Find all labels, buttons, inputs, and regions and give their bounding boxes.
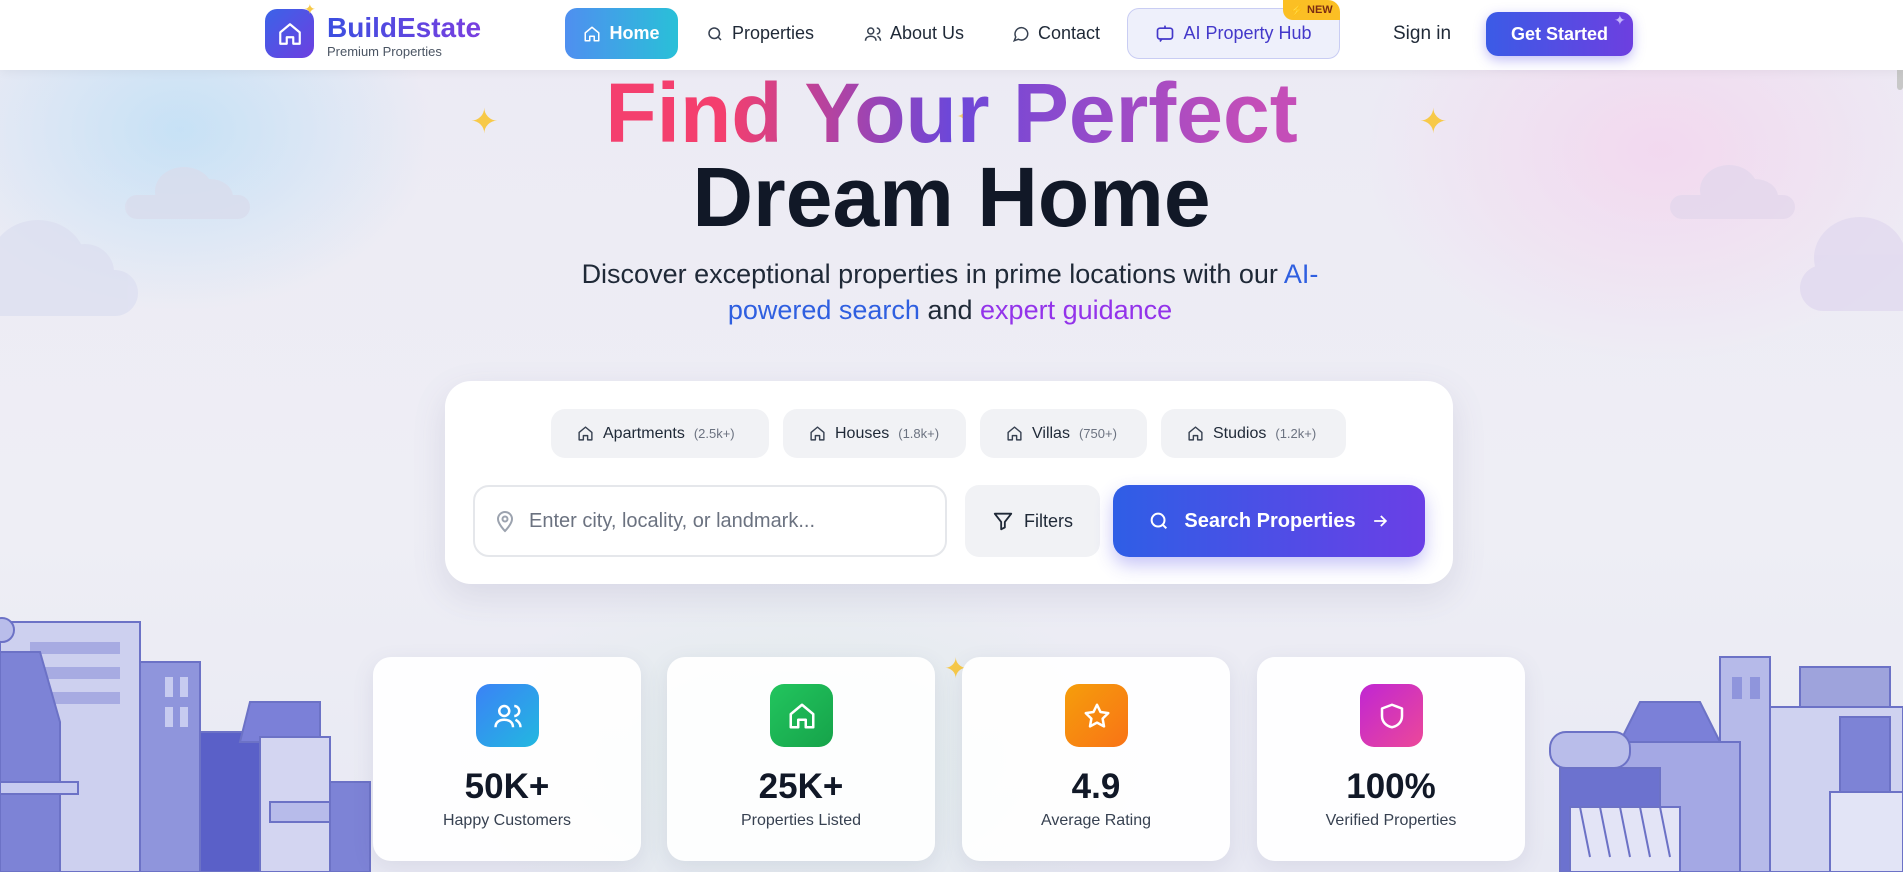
sign-in-link[interactable]: Sign in xyxy=(1393,23,1451,45)
home-icon xyxy=(810,426,825,441)
search-icon xyxy=(1151,512,1168,530)
category-label: Houses xyxy=(835,424,890,442)
category-chip-houses[interactable]: Houses (1.8k+) xyxy=(783,409,966,458)
nav-about-label: About Us xyxy=(890,23,965,43)
hero-title-line1: Find Your Perfect xyxy=(0,68,1903,158)
stat-label: Happy Customers xyxy=(442,812,572,829)
cloud-decoration xyxy=(1800,217,1903,311)
users-icon xyxy=(476,684,539,747)
sparkle-icon: ✦ xyxy=(304,1,316,17)
nav-contact-button[interactable]: Contact xyxy=(996,8,1116,59)
home-icon xyxy=(1007,426,1022,441)
location-search-field[interactable] xyxy=(473,485,947,557)
shield-icon xyxy=(1360,684,1423,747)
new-badge: ⚡ NEW xyxy=(1283,0,1340,20)
city-skyline-illustration xyxy=(0,617,1903,872)
cloud-decoration xyxy=(0,220,138,316)
lightning-icon: ⚡ xyxy=(1290,4,1305,17)
brand-tagline: Premium Properties xyxy=(327,44,442,59)
category-label: Apartments xyxy=(603,424,685,442)
category-count: (750+) xyxy=(1078,426,1117,441)
home-icon xyxy=(770,684,833,747)
filters-button[interactable]: Filters xyxy=(965,485,1100,557)
nav-about-button[interactable]: About Us xyxy=(848,8,980,59)
new-badge-label: NEW xyxy=(1307,4,1333,16)
home-icon xyxy=(578,426,593,441)
filter-icon xyxy=(993,512,1013,531)
category-chip-apartments[interactable]: Apartments (2.5k+) xyxy=(551,409,769,458)
location-search-input[interactable] xyxy=(529,509,909,533)
nav-properties-button[interactable]: Properties xyxy=(690,8,830,59)
category-chip-villas[interactable]: Villas (750+) xyxy=(980,409,1147,458)
search-properties-label: Search Properties xyxy=(1184,509,1356,532)
search-properties-button[interactable]: Search Properties xyxy=(1113,485,1425,557)
category-label: Studios xyxy=(1213,424,1267,442)
bot-chat-icon xyxy=(1157,25,1174,42)
stat-card-rating: 4.9 Average Rating xyxy=(962,657,1230,861)
chat-bubble-icon xyxy=(1012,26,1029,42)
hero-subtitle-expert-highlight: expert guidance xyxy=(980,295,1173,325)
stat-label: Average Rating xyxy=(1041,812,1151,829)
sparkle-icon: ✦ xyxy=(1614,12,1626,28)
stat-card-customers: 50K+ Happy Customers xyxy=(373,657,641,861)
stat-value: 100% xyxy=(1346,767,1436,806)
category-count: (1.2k+) xyxy=(1275,426,1317,441)
arrow-right-icon xyxy=(1373,515,1387,527)
nav-home-label: Home xyxy=(609,23,660,43)
stat-label: Properties Listed xyxy=(740,812,862,829)
search-icon xyxy=(708,26,722,41)
nav-contact-label: Contact xyxy=(1038,23,1101,43)
category-chip-studios[interactable]: Studios (1.2k+) xyxy=(1161,409,1346,458)
stat-value: 4.9 xyxy=(1071,767,1121,806)
filters-label: Filters xyxy=(1024,510,1073,531)
home-icon xyxy=(584,26,600,41)
category-count: (1.8k+) xyxy=(898,426,940,441)
nav-properties-label: Properties xyxy=(732,23,815,43)
top-navbar: ✦ BuildEstate Premium Properties Home Pr… xyxy=(0,0,1903,70)
hero-subtitle-start: Discover exceptional properties in prime… xyxy=(581,259,1278,289)
stat-card-properties: 25K+ Properties Listed xyxy=(667,657,935,861)
star-icon xyxy=(1065,684,1128,747)
category-label: Villas xyxy=(1032,424,1070,442)
hero-subtitle: Discover exceptional properties in prime… xyxy=(555,256,1345,328)
hero-subtitle-mid: and xyxy=(927,295,973,325)
category-count: (2.5k+) xyxy=(693,426,735,441)
get-started-button[interactable]: Get Started xyxy=(1486,12,1633,56)
nav-home-button[interactable]: Home xyxy=(565,8,678,59)
nav-ai-hub-label: AI Property Hub xyxy=(1183,23,1312,43)
users-icon xyxy=(864,26,882,41)
stat-value: 25K+ xyxy=(758,767,844,806)
stat-label: Verified Properties xyxy=(1325,812,1457,829)
home-icon xyxy=(1188,426,1203,441)
hero-title-line2: Dream Home xyxy=(692,150,1211,244)
brand-name[interactable]: BuildEstate xyxy=(327,12,481,44)
map-pin-icon xyxy=(496,511,514,533)
stat-card-verified: 100% Verified Properties xyxy=(1257,657,1525,861)
stat-value: 50K+ xyxy=(464,767,550,806)
